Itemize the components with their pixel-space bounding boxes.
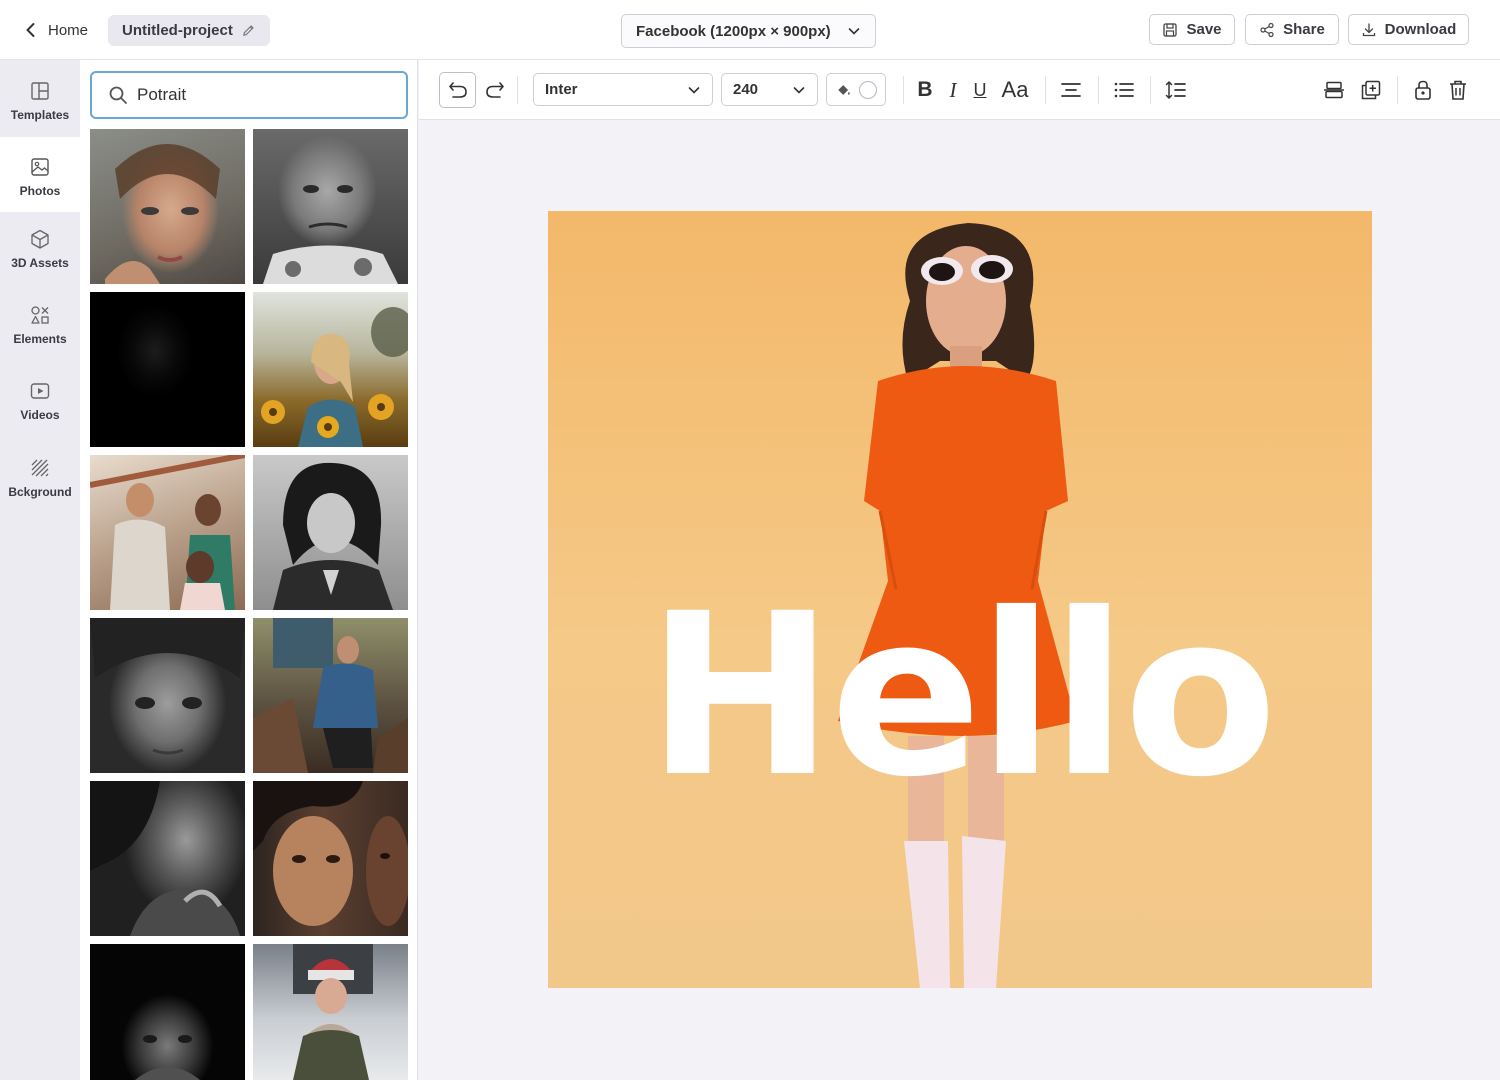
photo-thumb[interactable] xyxy=(253,781,408,936)
search-box[interactable] xyxy=(90,71,408,119)
share-icon xyxy=(1260,22,1274,37)
rail-item-elements[interactable]: Elements xyxy=(0,287,80,362)
toolbar-divider xyxy=(1150,76,1151,104)
top-bar: Home Untitled-project Facebook (1200px ×… xyxy=(0,0,1500,60)
lock-button[interactable] xyxy=(1411,78,1435,102)
undo-button[interactable] xyxy=(439,72,476,108)
rail-item-3d-assets[interactable]: 3D Assets xyxy=(0,212,80,287)
line-spacing-button[interactable] xyxy=(1164,78,1188,102)
video-icon xyxy=(30,383,50,399)
toolbar-divider xyxy=(517,76,518,104)
list-icon xyxy=(1114,82,1134,98)
rail-label-templates: Templates xyxy=(10,108,70,122)
rail-item-photos[interactable]: Photos xyxy=(0,137,80,212)
download-button[interactable]: Download xyxy=(1348,14,1469,45)
left-rail: Templates Photos 3D Assets Elements Vide… xyxy=(0,60,80,1080)
toolbar-divider xyxy=(903,76,904,104)
search-input[interactable] xyxy=(137,85,387,105)
bold-icon: B xyxy=(917,78,933,101)
chevron-down-icon xyxy=(793,86,805,94)
bold-button[interactable]: B xyxy=(913,75,937,105)
align-center-icon xyxy=(1061,83,1081,97)
text-align-button[interactable] xyxy=(1059,78,1083,102)
background-icon xyxy=(31,459,49,477)
cube-icon xyxy=(31,229,49,249)
photos-panel xyxy=(80,60,418,1080)
align-middle-button[interactable] xyxy=(1322,78,1346,102)
fill-color-icon xyxy=(838,84,850,95)
rail-item-templates[interactable]: Templates xyxy=(0,60,80,137)
photo-icon xyxy=(31,158,49,176)
canvas-text-hello[interactable]: Hello xyxy=(548,584,1372,808)
home-label: Home xyxy=(48,21,89,39)
color-swatch xyxy=(859,80,877,99)
photo-thumb[interactable] xyxy=(90,292,245,447)
rail-label-elements: Elements xyxy=(13,332,67,346)
text-color-picker[interactable] xyxy=(826,73,886,106)
chevron-down-icon xyxy=(688,86,700,94)
lock-icon xyxy=(1415,80,1431,100)
rail-label-background: Bckground xyxy=(8,485,72,499)
photo-thumb[interactable] xyxy=(90,781,245,936)
font-family-value: Inter xyxy=(545,81,578,98)
project-name-chip[interactable]: Untitled-project xyxy=(108,15,270,46)
project-name: Untitled-project xyxy=(122,22,233,39)
rail-label-3d-assets: 3D Assets xyxy=(11,256,69,270)
photo-thumb[interactable] xyxy=(90,944,245,1080)
delete-button[interactable] xyxy=(1446,78,1470,102)
photo-thumb[interactable] xyxy=(90,455,245,610)
rail-label-photos: Photos xyxy=(19,184,61,198)
chevron-down-icon xyxy=(848,28,860,35)
align-middle-icon xyxy=(1324,81,1344,99)
canvas-size-select[interactable]: Facebook (1200px × 900px) xyxy=(621,14,876,48)
underline-icon: U xyxy=(973,79,987,100)
rail-item-background[interactable]: Bckground xyxy=(0,437,80,517)
list-button[interactable] xyxy=(1112,78,1136,102)
photo-thumb[interactable] xyxy=(253,292,408,447)
chevron-left-icon xyxy=(26,23,35,37)
home-button[interactable]: Home xyxy=(22,16,88,44)
photo-thumb[interactable] xyxy=(90,618,245,773)
font-size-select[interactable]: 240 xyxy=(721,73,818,106)
rail-item-videos[interactable]: Videos xyxy=(0,362,80,437)
text-case-icon: Aa xyxy=(1001,77,1029,102)
templates-icon xyxy=(31,82,49,100)
duplicate-button[interactable] xyxy=(1359,78,1383,102)
photo-thumb[interactable] xyxy=(253,455,408,610)
search-icon xyxy=(109,86,127,104)
pencil-icon[interactable] xyxy=(241,23,256,38)
redo-icon xyxy=(486,82,504,98)
download-icon xyxy=(1362,22,1375,36)
text-case-button[interactable]: Aa xyxy=(997,75,1033,105)
save-button[interactable]: Save xyxy=(1149,14,1235,45)
italic-icon: I xyxy=(949,77,957,102)
font-family-select[interactable]: Inter xyxy=(533,73,713,106)
share-label: Share xyxy=(1283,21,1325,38)
toolbar-divider xyxy=(1397,76,1398,104)
photo-thumb[interactable] xyxy=(253,618,408,773)
photo-thumb[interactable] xyxy=(253,129,408,284)
toolbar-divider xyxy=(1098,76,1099,104)
photo-thumb[interactable] xyxy=(90,129,245,284)
photo-thumb[interactable] xyxy=(253,944,408,1080)
save-label: Save xyxy=(1186,21,1222,38)
canvas-size-value: Facebook (1200px × 900px) xyxy=(636,22,831,40)
download-label: Download xyxy=(1384,21,1457,38)
underline-button[interactable]: U xyxy=(969,75,991,105)
rail-label-videos: Videos xyxy=(20,408,60,422)
duplicate-icon xyxy=(1361,80,1381,100)
font-size-value: 240 xyxy=(733,81,759,98)
delete-icon xyxy=(1450,80,1466,100)
italic-button[interactable]: I xyxy=(942,75,964,105)
design-canvas[interactable]: Hello xyxy=(548,211,1372,988)
undo-icon xyxy=(448,82,467,98)
save-icon xyxy=(1163,22,1178,37)
redo-button[interactable] xyxy=(480,72,510,108)
text-toolbar: Inter 240 B I U Aa xyxy=(419,60,1500,120)
line-spacing-icon xyxy=(1165,80,1186,100)
toolbar-divider xyxy=(1045,76,1046,104)
share-button[interactable]: Share xyxy=(1245,14,1339,45)
shapes-icon xyxy=(31,306,49,324)
